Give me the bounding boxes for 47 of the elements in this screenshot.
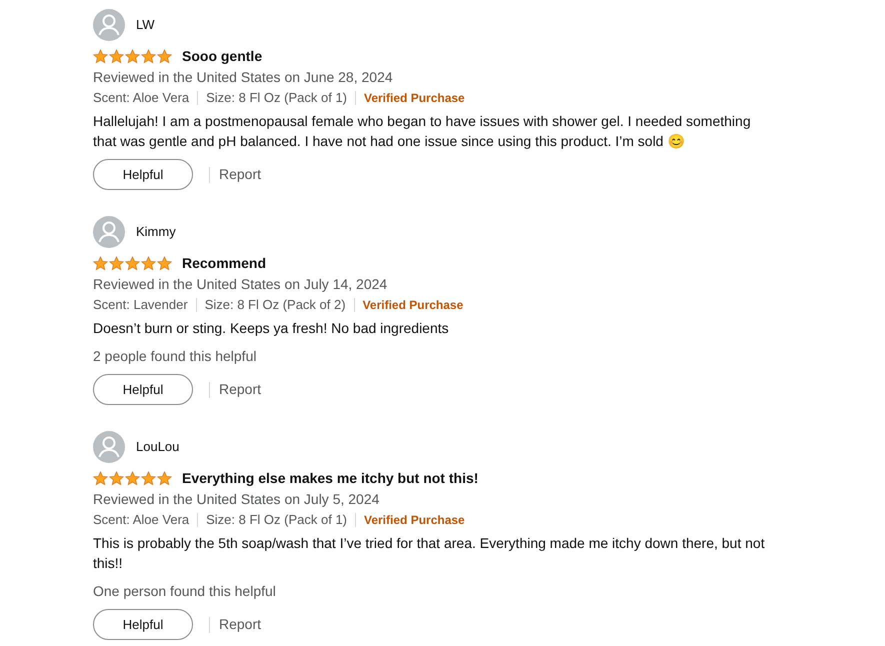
- report-link[interactable]: Report: [219, 379, 262, 400]
- avatar-icon: [93, 9, 125, 41]
- reviewer-name: LouLou: [136, 438, 180, 456]
- review-title[interactable]: Recommend: [182, 252, 266, 274]
- reviewer-name: LW: [136, 16, 155, 34]
- star-icon: [125, 470, 140, 486]
- reviewer-name: Kimmy: [136, 223, 176, 242]
- review-body: Hallelujah! I am a postmenopausal female who began to have issues with shower gel. I needed something that was gentle and pH balanced. I have not had one issue since using this product. I’m sold 😊: [93, 112, 752, 151]
- star-icon: [141, 470, 156, 486]
- scent-option: Scent: Lavender: [93, 295, 188, 315]
- star-icon: [157, 470, 172, 486]
- star-icon: [157, 256, 172, 270]
- avatar-icon: [93, 216, 125, 248]
- star-icon: [93, 256, 108, 270]
- star-icon: [93, 48, 108, 64]
- star-icon: [93, 470, 108, 486]
- star-icon: [125, 256, 140, 270]
- helpful-button[interactable]: Helpful: [93, 374, 193, 405]
- helpful-button[interactable]: Helpful: [93, 609, 193, 640]
- review-date: Reviewed in the United States on July 14, 2024: [93, 275, 388, 294]
- star-icon: [109, 470, 124, 486]
- review-body: Doesn’t burn or sting. Keeps ya fresh! No bad ingredients: [93, 319, 450, 338]
- star-icon: [109, 256, 124, 270]
- helpful-count: One person found this helpful: [93, 582, 277, 601]
- scent-option: Scent: Aloe Vera: [93, 510, 190, 530]
- star-icon: [109, 48, 124, 64]
- report-link[interactable]: Report: [219, 164, 262, 185]
- review-body: This is probably the 5th soap/wash that I’ve tried for that area. Everything made me itchy down there, but not this!!: [93, 534, 766, 573]
- review-date: Reviewed in the United States on June 28, 2024: [93, 68, 394, 87]
- size-option: Size: 8 Fl Oz (Pack of 1): [206, 88, 347, 108]
- star-icon: [125, 48, 140, 64]
- verified-purchase-label: Verified Purchase: [364, 512, 465, 529]
- star-icon: [141, 48, 156, 64]
- verified-purchase-label: Verified Purchase: [362, 297, 464, 314]
- size-option: Size: 8 Fl Oz (Pack of 2): [204, 295, 346, 315]
- report-link[interactable]: Report: [219, 614, 262, 635]
- helpful-count: 2 people found this helpful: [93, 347, 258, 366]
- verified-purchase-label: Verified Purchase: [364, 90, 465, 107]
- size-option: Size: 8 Fl Oz (Pack of 1): [206, 510, 347, 530]
- scent-option: Scent: Aloe Vera: [93, 88, 190, 108]
- review-title[interactable]: Sooo gentle: [182, 46, 262, 66]
- review-date: Reviewed in the United States on July 5, 2024: [93, 490, 380, 509]
- avatar-icon: [93, 431, 125, 463]
- helpful-button[interactable]: Helpful: [93, 159, 193, 190]
- star-icon: [157, 48, 172, 64]
- review-title[interactable]: Everything else makes me itchy but not this!: [182, 468, 478, 488]
- star-icon: [141, 256, 156, 270]
